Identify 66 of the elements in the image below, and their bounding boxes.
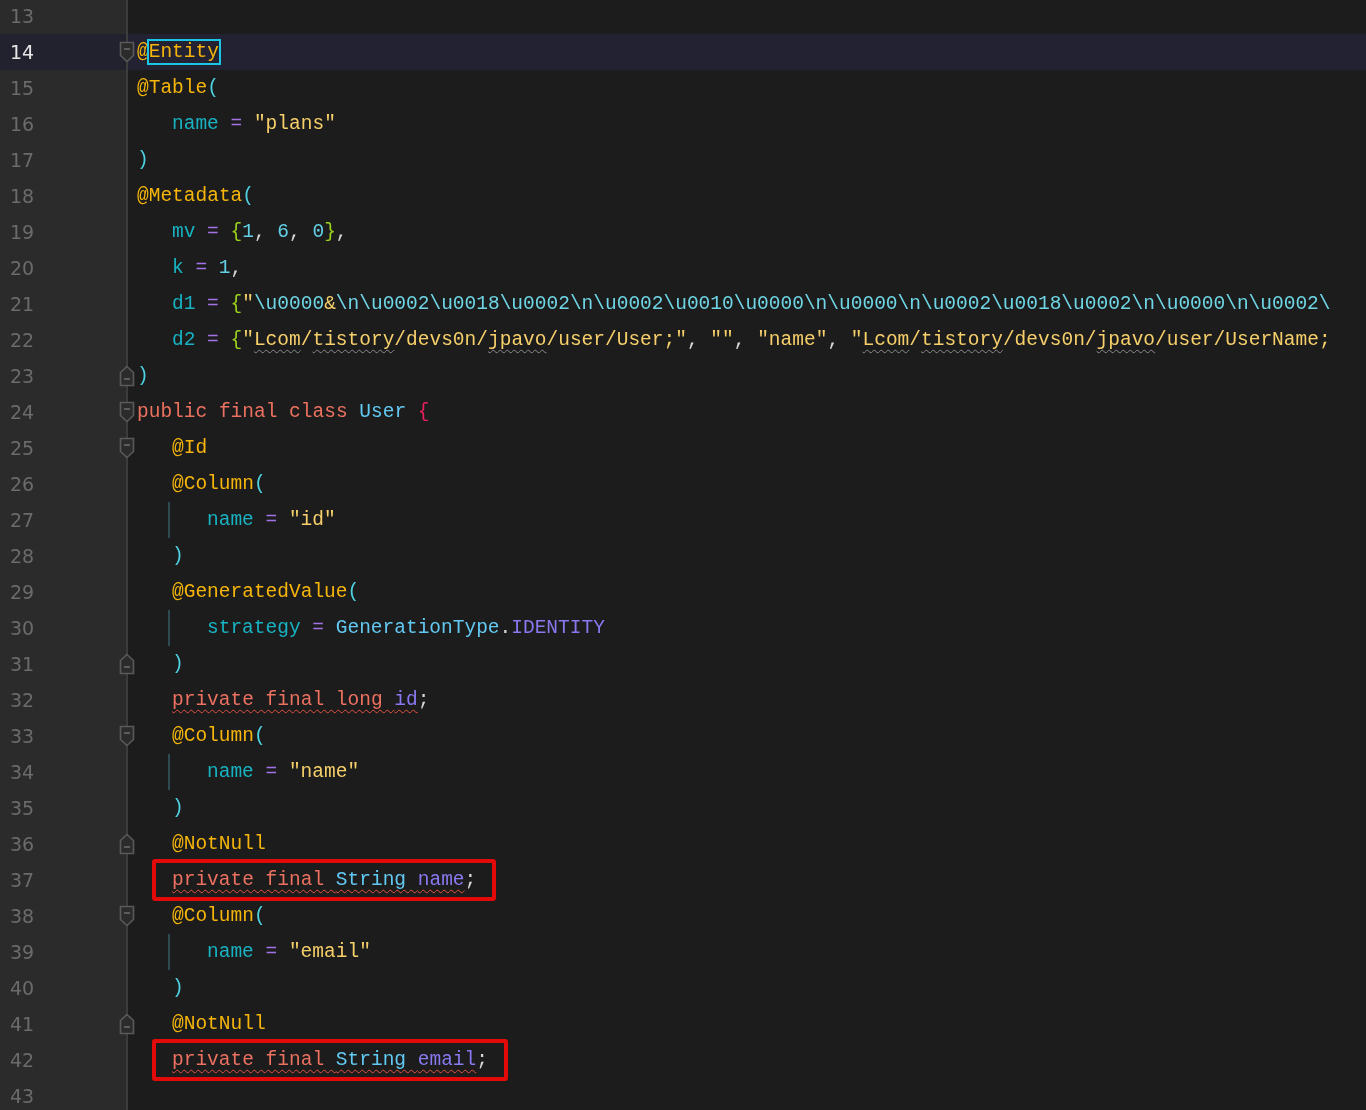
- line-number: 40: [10, 977, 35, 999]
- line-number: 28: [10, 545, 35, 567]
- line-number: 29: [10, 581, 35, 603]
- code-line: name = "plans": [172, 112, 336, 137]
- code-line: ): [137, 364, 149, 389]
- code-line: name = "email": [207, 940, 371, 965]
- line-number: 42: [10, 1049, 35, 1071]
- line-number: 35: [10, 797, 35, 819]
- line-number: 36: [10, 833, 35, 855]
- line-number: 24: [10, 401, 35, 423]
- line-number: 15: [10, 77, 35, 99]
- code-line: private final long id;: [172, 688, 430, 713]
- code-line: @Metadata(: [137, 184, 255, 209]
- code-line: ): [172, 652, 184, 677]
- code-line: ): [172, 544, 184, 569]
- line-number: 22: [10, 329, 35, 351]
- line-number: 43: [10, 1085, 35, 1107]
- code-line: strategy = GenerationType.IDENTITY: [207, 616, 605, 641]
- line-number: 32: [10, 689, 35, 711]
- fold-icon[interactable]: [119, 41, 135, 63]
- fold-icon[interactable]: [119, 365, 135, 387]
- fold-icon[interactable]: [119, 653, 135, 675]
- code-line: @NotNull: [172, 1012, 266, 1037]
- line-number: 21: [10, 293, 35, 315]
- line-number: 23: [10, 365, 35, 387]
- line-number: 33: [10, 725, 35, 747]
- code-line: @Id: [172, 436, 208, 461]
- line-number: 39: [10, 941, 35, 963]
- line-number: 17: [10, 149, 35, 171]
- code-line: d1 = {"\u0000&\n\u0002\u0018\u0002\n\u0002\u0010\u0000\n\u0000\n\u0002\u0018\u0002\n\u0000\n\u0002\: [172, 292, 1331, 317]
- code-line: name = "id": [207, 508, 336, 533]
- fold-icon[interactable]: [119, 437, 135, 459]
- code-line: @NotNull: [172, 832, 266, 857]
- fold-icon[interactable]: [119, 1013, 135, 1035]
- line-number: 19: [10, 221, 35, 243]
- line-number: 37: [10, 869, 35, 891]
- fold-icon[interactable]: [119, 401, 135, 423]
- code-line: ): [172, 796, 184, 821]
- line-number: 27: [10, 509, 35, 531]
- line-number: 14: [10, 41, 35, 63]
- code-line: k = 1,: [172, 256, 243, 281]
- line-number: 20: [10, 257, 35, 279]
- line-number: 31: [10, 653, 35, 675]
- fold-icon[interactable]: [119, 905, 135, 927]
- code-line: @Column(: [172, 472, 266, 497]
- line-number: 34: [10, 761, 35, 783]
- code-line: ): [172, 976, 184, 1001]
- code-line: @Column(: [172, 724, 266, 749]
- line-number: 26: [10, 473, 35, 495]
- line-number: 25: [10, 437, 35, 459]
- line-number: 41: [10, 1013, 35, 1035]
- code-line: ): [137, 148, 149, 173]
- code-line: name = "name": [207, 760, 360, 785]
- fold-icon[interactable]: [119, 725, 135, 747]
- code-line: @Table(: [137, 76, 219, 101]
- code-line: public final class User {: [137, 400, 430, 425]
- code-line: @GeneratedValue(: [172, 580, 360, 605]
- line-number: 13: [10, 5, 35, 27]
- code-line: @Column(: [172, 904, 266, 929]
- fold-icon[interactable]: [119, 833, 135, 855]
- code-line: d2 = {"Lcom/tistory/devs0n/jpavo/user/User;", "", "name", "Lcom/tistory/devs0n/jpavo/user/UserName;: [172, 328, 1331, 353]
- line-number: 16: [10, 113, 35, 135]
- code-line: mv = {1, 6, 0},: [172, 220, 348, 245]
- line-number: 18: [10, 185, 35, 207]
- line-number: 38: [10, 905, 35, 927]
- line-number: 30: [10, 617, 35, 639]
